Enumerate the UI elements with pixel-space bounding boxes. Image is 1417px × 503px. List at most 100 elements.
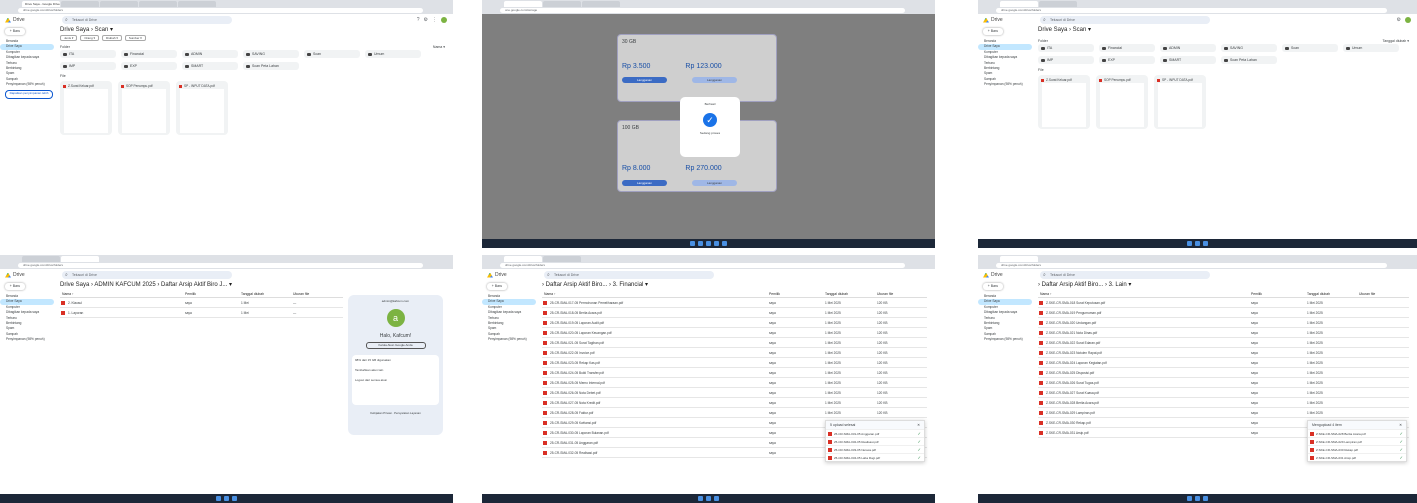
sort-select[interactable]: Nama ▾ — [433, 45, 445, 49]
table-row[interactable]: Z.SKE-CR-SMA-025 Disposisi.pdf saya 1 Mei … — [1038, 368, 1409, 378]
column-header[interactable]: Ukuran file — [293, 292, 343, 296]
subscribe-button[interactable]: Langganan — [692, 77, 737, 83]
column-header[interactable]: Pemilik — [769, 292, 825, 296]
table-row[interactable]: Z.SKE-CR-SMA-018 Surat Keputusan.pdf saya… — [1038, 298, 1409, 308]
tab[interactable] — [582, 1, 620, 7]
app-icon[interactable] — [1195, 241, 1200, 246]
address-bar[interactable]: drive.google.com/drive/folders — [500, 263, 905, 268]
drive-logo[interactable]: Drive — [983, 272, 1003, 278]
column-header[interactable]: Nama ↑ — [60, 292, 185, 296]
app-icon[interactable] — [698, 241, 703, 246]
table-row[interactable]: 25-CR-SMA-022-05 Invoice.pdf saya 1 Mei 20… — [542, 348, 927, 358]
folder-item[interactable]: IMP — [60, 62, 116, 70]
help-icon[interactable]: ? — [417, 17, 420, 23]
app-icon[interactable] — [216, 496, 221, 501]
search-input[interactable]: Telusuri di Drive — [1040, 16, 1210, 24]
folder-item[interactable]: IMP — [1038, 56, 1094, 64]
tab-active[interactable] — [504, 256, 542, 262]
breadcrumb[interactable]: Drive Saya › ADMIN KAFCUM 2025 › Daftar … — [60, 281, 343, 290]
folder-item[interactable]: Umum — [1343, 44, 1399, 52]
table-row[interactable]: Z.SKE-CR-SMA-028 Berita Acara.pdf saya 1 M… — [1038, 398, 1409, 408]
new-button[interactable]: + Baru — [5, 28, 25, 35]
column-header[interactable]: Pemilik — [1251, 292, 1307, 296]
apps-icon[interactable]: ⋮ — [432, 17, 437, 23]
table-row[interactable]: 25-CR-SMA-020-05 Laporan Keuangan.pdf say… — [542, 328, 927, 338]
table-row[interactable]: 25-CR-SMA-017-05 Permohonan Pemeliharaan… — [542, 298, 927, 308]
column-header[interactable]: Tanggal diubah — [825, 292, 877, 296]
manage-account-button[interactable]: Kelola Akun Google Anda — [365, 342, 426, 349]
app-icon[interactable] — [698, 496, 703, 501]
folder-item[interactable]: ADMIN — [182, 50, 238, 58]
table-row[interactable]: Z.SKE-CR-SMA-019 Pengumuman.pdf saya 1 Mei… — [1038, 308, 1409, 318]
app-icon[interactable] — [706, 496, 711, 501]
table-row[interactable]: 25-CR-SMA-024-05 Bukti Transfer.pdf saya 1… — [542, 368, 927, 378]
folder-item[interactable]: SMART — [1160, 56, 1216, 64]
address-bar[interactable]: one.google.com/storage — [500, 8, 905, 13]
table-row[interactable]: Z.SKE-CR-SMA-020 Undangan.pdf saya 1 Mei 2… — [1038, 318, 1409, 328]
column-header[interactable]: Ukuran file — [877, 292, 927, 296]
table-row[interactable]: 25-CR-SMA-021-05 Surat Tagihan.pdf saya 1 … — [542, 338, 927, 348]
table-row[interactable]: Z.SKE-CR-SMA-022 Surat Edaran.pdf saya 1 M… — [1038, 338, 1409, 348]
tab[interactable] — [1039, 1, 1077, 7]
new-button[interactable]: + Baru — [487, 283, 507, 290]
column-header[interactable]: Ukuran file — [1359, 292, 1409, 296]
folder-item[interactable]: Financial — [121, 50, 177, 58]
drive-logo[interactable]: Drive — [487, 272, 507, 278]
new-button[interactable]: + Baru — [983, 283, 1003, 290]
gear-icon[interactable]: ⚙ — [424, 17, 428, 23]
sort-select[interactable]: Tanggal diubah ▾ — [1383, 39, 1409, 43]
table-row[interactable]: 25-CR-SMA-026-05 Nota Debet.pdf saya 1 Mei… — [542, 388, 927, 398]
filter-chip[interactable]: Orang ▾ — [80, 35, 100, 41]
app-icon[interactable] — [714, 241, 719, 246]
new-button[interactable]: + Baru — [983, 28, 1003, 35]
sidebar-item[interactable]: Penyimpanan (98% penuh) — [978, 337, 1036, 342]
tab-active[interactable] — [504, 1, 542, 7]
column-header[interactable]: Nama ↑ — [1038, 292, 1251, 296]
column-header[interactable]: Nama ↑ — [542, 292, 769, 296]
upgrade-button[interactable]: Dapatkan penyimpanan lebih — [5, 89, 53, 99]
folder-item[interactable]: Scan Peta Lahan — [243, 62, 299, 70]
drive-logo[interactable]: Drive — [5, 17, 25, 23]
filter-chip[interactable]: Diubah ▾ — [102, 35, 122, 41]
folder-item[interactable]: ITA — [1038, 44, 1094, 52]
table-row[interactable]: 25-CR-SMA-018-05 Berita Acara.pdf saya 1 M… — [542, 308, 927, 318]
logout-link[interactable]: Logout dari semua akun — [355, 378, 436, 382]
table-row[interactable]: Z.SKE-CR-SMA-023 Notulen Rapat.pdf saya 1 … — [1038, 348, 1409, 358]
tab[interactable] — [61, 1, 99, 7]
table-row[interactable]: Z.SKE-CR-SMA-024 Laporan Kegiatan.pdf say… — [1038, 358, 1409, 368]
app-icon[interactable] — [706, 241, 711, 246]
column-header[interactable]: Tanggal diubah — [1307, 292, 1359, 296]
avatar[interactable]: a — [386, 309, 405, 327]
subscribe-button[interactable]: Langganan — [622, 77, 667, 83]
add-account-link[interactable]: Tambahkan akun lain — [355, 368, 436, 372]
folder-item[interactable]: SAVING — [243, 50, 299, 58]
sidebar-item[interactable]: Penyimpanan (98% penuh) — [978, 82, 1036, 87]
tab[interactable] — [22, 256, 60, 262]
table-row[interactable]: Z.SKE-CR-SMA-021 Nota Dinas.pdf saya 1 Mei… — [1038, 328, 1409, 338]
file-card[interactable]: SOP Penumpu.pdf — [118, 81, 170, 135]
file-card[interactable]: SP - INPUT DATA.pdf — [1154, 75, 1206, 129]
app-icon[interactable] — [1195, 496, 1200, 501]
address-bar[interactable]: drive.google.com/drive/folders — [18, 263, 423, 268]
tab[interactable] — [139, 1, 177, 7]
table-row[interactable]: 1. Laporan saya 1 Mei — — [60, 308, 343, 318]
tab[interactable] — [543, 256, 581, 262]
close-icon[interactable]: ✕ — [917, 421, 920, 429]
table-row[interactable]: 25-CR-SMA-028-05 Faktur.pdf saya 1 Mei 202… — [542, 408, 927, 418]
tab[interactable] — [100, 1, 138, 7]
table-row[interactable]: 25-CR-SMA-023-05 Rekap Kas.pdf saya 1 Mei … — [542, 358, 927, 368]
app-icon[interactable] — [1187, 241, 1192, 246]
folder-item[interactable]: EXP — [1099, 56, 1155, 64]
address-bar[interactable]: drive.google.com/drive/folders — [996, 8, 1387, 13]
address-bar[interactable]: drive.google.com/drive/folders — [18, 8, 423, 13]
search-input[interactable]: Telusuri di Drive — [62, 271, 232, 279]
file-card[interactable]: Z.Surat Keluar.pdf — [60, 81, 112, 135]
folder-item[interactable]: Umum — [365, 50, 421, 58]
table-row[interactable]: Z.SKE-CR-SMA-029 Lampiran.pdf saya 1 Mei 2… — [1038, 408, 1409, 418]
address-bar[interactable]: drive.google.com/drive/folders — [996, 263, 1387, 268]
folder-item[interactable]: EXP — [121, 62, 177, 70]
gear-icon[interactable]: ⚙ — [1397, 17, 1401, 23]
drive-logo[interactable]: Drive — [983, 17, 1003, 23]
folder-item[interactable]: ADMIN — [1160, 44, 1216, 52]
tab[interactable]: Drive Saya - Google Drive — [22, 1, 60, 7]
